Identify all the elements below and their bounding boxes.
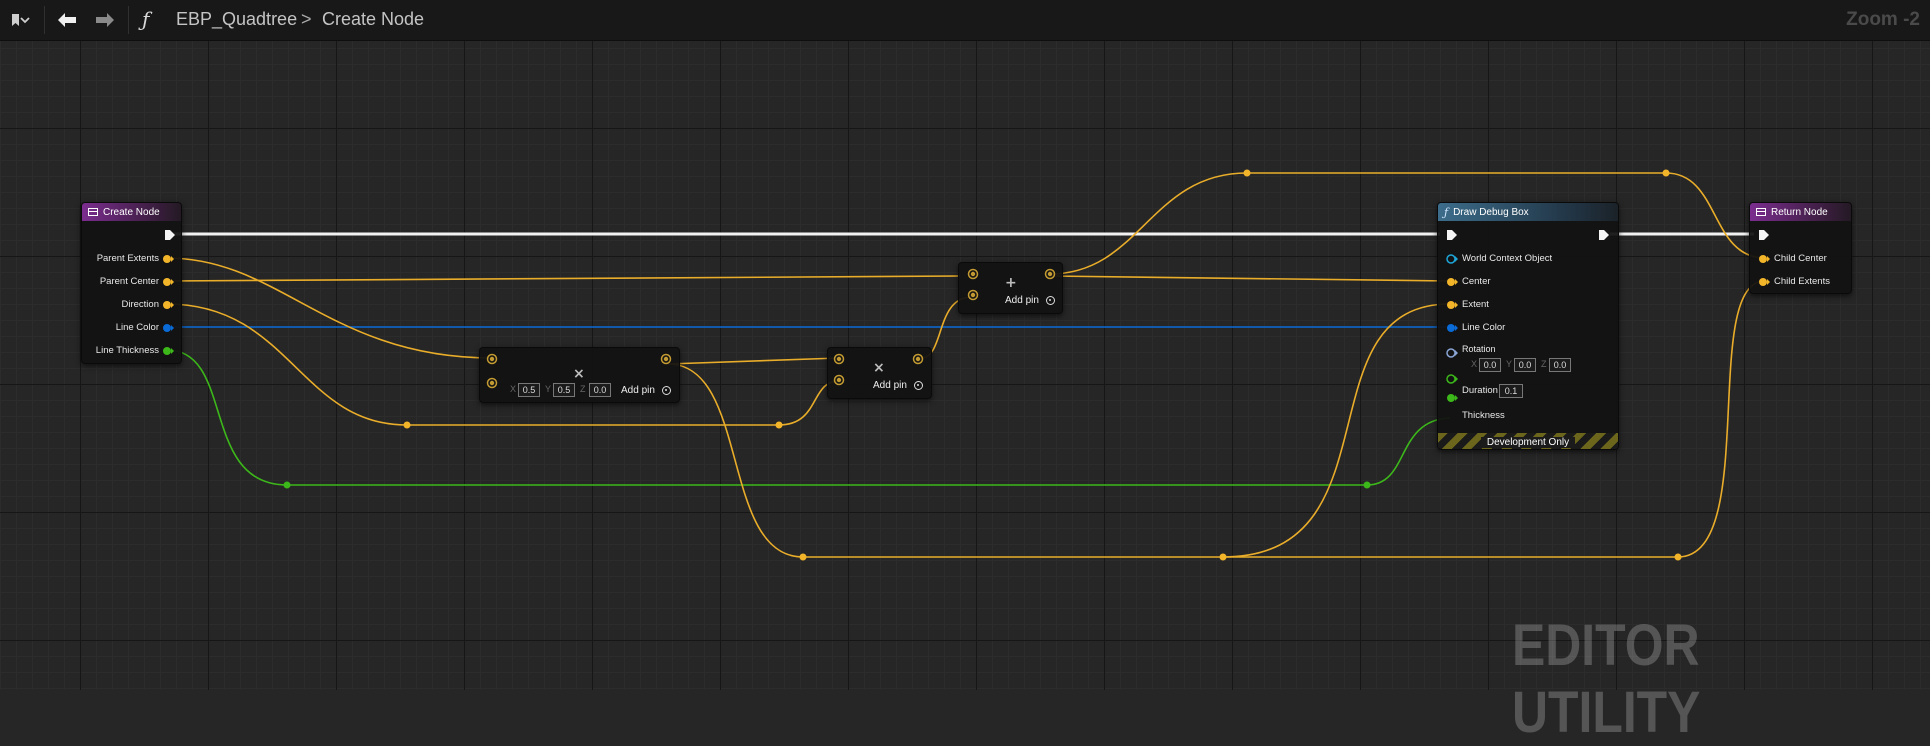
- node-title: Return Node: [1771, 206, 1828, 218]
- input-pins[interactable]: [1757, 253, 1771, 287]
- input-pins[interactable]: [486, 353, 498, 393]
- reroute-knot[interactable]: [1674, 553, 1682, 561]
- add-pin-button[interactable]: Add pin: [1005, 295, 1039, 306]
- add-vector-node[interactable]: + Add pin: [958, 262, 1063, 314]
- add-pin-button[interactable]: Add pin: [873, 380, 907, 391]
- pin-label-thickness: Thickness: [1462, 410, 1505, 421]
- function-entry-icon: [88, 208, 98, 216]
- vector-wire: [1049, 172, 1766, 275]
- x-axis-label: X: [510, 384, 517, 394]
- float-wire: [166, 349, 1451, 486]
- rotation-z-label: Z: [1541, 359, 1547, 369]
- editor-utility-watermark: EDITOR UTILITY: [1512, 613, 1701, 745]
- x-value-field[interactable]: 0.5: [518, 383, 540, 397]
- pin-label-direction: Direction: [121, 299, 160, 310]
- thickness-pin[interactable]: [1447, 394, 1455, 402]
- reroute-knot[interactable]: [1363, 481, 1371, 489]
- pin-label-parent-center: Parent Center: [99, 276, 159, 287]
- reroute-knot[interactable]: [403, 421, 411, 429]
- create-node-entry[interactable]: Create Node Parent Extents Parent Center…: [81, 202, 182, 364]
- reroute-knot[interactable]: [799, 553, 807, 561]
- parent-extents-pin[interactable]: [163, 255, 171, 263]
- z-value-field[interactable]: 0.0: [589, 383, 611, 397]
- wire-layer: [166, 169, 1766, 561]
- exec-out-pin[interactable]: [164, 229, 176, 241]
- rotation-y-label: Y: [1506, 359, 1513, 369]
- pin-label-parent-extents: Parent Extents: [96, 253, 159, 264]
- direction-pin[interactable]: [163, 301, 171, 309]
- pin-label-duration: Duration: [1462, 385, 1498, 396]
- pin-label-line-thickness: Line Thickness: [95, 345, 159, 356]
- vector-wire: [166, 275, 961, 282]
- world-context-pin[interactable]: [1446, 254, 1456, 264]
- node-header: Create Node: [82, 203, 181, 221]
- function-icon: ƒ: [1444, 205, 1449, 219]
- node-title: Draw Debug Box: [1453, 206, 1529, 218]
- pin-label-extent: Extent: [1462, 299, 1489, 310]
- exec-out-pin[interactable]: [1598, 229, 1610, 241]
- rotation-x-field[interactable]: 0.0: [1479, 358, 1501, 372]
- z-axis-label: Z: [580, 384, 586, 394]
- pin-label-world-context: World Context Object: [1462, 253, 1553, 264]
- reroute-knot[interactable]: [1243, 169, 1251, 177]
- add-pin-button[interactable]: Add pin: [621, 385, 655, 396]
- pin-label-line-color: Line Color: [1462, 322, 1506, 333]
- add-output-pin[interactable]: [1044, 268, 1056, 280]
- function-return-icon: [1756, 208, 1766, 216]
- multiply-op-icon: ×: [573, 366, 585, 382]
- rotation-x-label: X: [1471, 359, 1478, 369]
- multiply2-output-pin[interactable]: [912, 353, 924, 365]
- add-op-icon: +: [1005, 275, 1017, 291]
- exec-in-pin[interactable]: [1446, 229, 1458, 241]
- pin-label-center: Center: [1462, 276, 1491, 287]
- parent-center-pin[interactable]: [163, 278, 171, 286]
- node-header: Return Node: [1750, 203, 1851, 221]
- vector-wire: [667, 357, 840, 365]
- y-value-field[interactable]: 0.5: [553, 383, 575, 397]
- vector-wire: [1049, 275, 1451, 282]
- multiply-vector-node[interactable]: × X 0.5 Y 0.5 Z 0.0 Add pin: [479, 347, 680, 403]
- duration-pin[interactable]: [1446, 374, 1456, 384]
- reroute-knot[interactable]: [1662, 169, 1670, 177]
- add-pin-icon[interactable]: [1046, 296, 1055, 305]
- add-pin-icon[interactable]: [662, 386, 671, 395]
- pin-label-rotation: Rotation: [1462, 344, 1496, 354]
- input-pins[interactable]: [833, 353, 847, 387]
- vector-wire: [166, 257, 493, 359]
- reroute-knot[interactable]: [775, 421, 783, 429]
- return-node[interactable]: Return Node Child Center Child Extents: [1749, 202, 1852, 294]
- multiply-op-icon: ×: [873, 360, 885, 376]
- input-pins[interactable]: [967, 268, 981, 302]
- line-thickness-pin[interactable]: [163, 347, 171, 355]
- duration-value-field[interactable]: 0.1: [1499, 384, 1523, 398]
- pin-label-child-center: Child Center: [1774, 253, 1827, 264]
- draw-debug-box-node[interactable]: ƒ Draw Debug Box World Context Object Ce…: [1437, 202, 1619, 450]
- reroute-knot[interactable]: [283, 481, 291, 489]
- vector-wire: [667, 303, 1451, 558]
- rotation-z-field[interactable]: 0.0: [1549, 358, 1571, 372]
- child-center-pin[interactable]: [1759, 255, 1767, 263]
- input-pins[interactable]: [1445, 253, 1459, 403]
- center-pin[interactable]: [1447, 278, 1455, 286]
- output-pins[interactable]: [161, 253, 175, 363]
- child-extents-pin[interactable]: [1759, 278, 1767, 286]
- rotation-pin[interactable]: [1446, 348, 1456, 358]
- rotation-y-field[interactable]: 0.0: [1514, 358, 1536, 372]
- multiply-vector-node-2[interactable]: × Add pin: [827, 347, 932, 399]
- exec-in-pin[interactable]: [1758, 229, 1770, 241]
- line-color-pin[interactable]: [1447, 324, 1455, 332]
- development-only-label: Development Only: [1438, 437, 1618, 448]
- pin-label-line-color: Line Color: [115, 322, 159, 333]
- y-axis-label: Y: [545, 384, 552, 394]
- reroute-knot[interactable]: [1219, 553, 1227, 561]
- multiply-output-pin[interactable]: [660, 353, 672, 365]
- node-header: ƒ Draw Debug Box: [1438, 203, 1618, 221]
- add-pin-icon[interactable]: [914, 381, 923, 390]
- extent-pin[interactable]: [1447, 301, 1455, 309]
- line-color-pin[interactable]: [163, 324, 171, 332]
- pin-label-child-extents: Child Extents: [1774, 276, 1830, 287]
- node-title: Create Node: [103, 206, 160, 218]
- development-only-text: Development Only: [1480, 437, 1576, 448]
